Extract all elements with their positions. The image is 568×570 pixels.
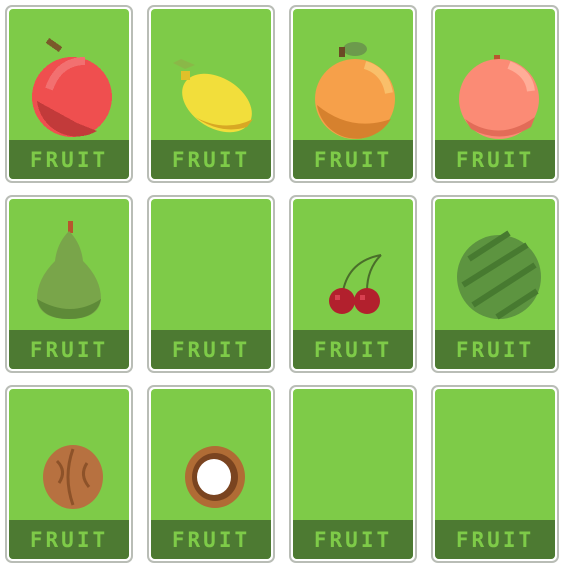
fruit-card-apple[interactable]: FRUIT	[5, 5, 133, 183]
fruit-card-watermelon[interactable]: FRUIT	[431, 195, 559, 373]
card-label: FRUIT	[29, 337, 109, 362]
card-label: FRUIT	[171, 527, 251, 552]
fruit-card-empty[interactable]: FRUIT	[147, 195, 275, 373]
walnut-icon	[43, 445, 103, 509]
fruit-card-pear[interactable]: FRUIT	[5, 195, 133, 373]
card-art	[151, 199, 271, 331]
card-face: FRUIT	[151, 9, 271, 179]
card-art	[9, 9, 129, 141]
card-face: FRUIT	[9, 389, 129, 559]
card-label: FRUIT	[313, 147, 393, 172]
card-face: FRUIT	[151, 199, 271, 369]
card-face: FRUIT	[151, 389, 271, 559]
card-label-bar: FRUIT	[9, 330, 129, 369]
card-label-bar: FRUIT	[151, 330, 271, 369]
card-label: FRUIT	[171, 147, 251, 172]
card-art	[151, 9, 271, 141]
card-label-bar: FRUIT	[435, 520, 555, 559]
card-face: FRUIT	[435, 199, 555, 369]
coconut-icon	[185, 446, 245, 508]
card-art	[9, 389, 129, 521]
card-label: FRUIT	[29, 147, 109, 172]
fruit-card-peach[interactable]: FRUIT	[431, 5, 559, 183]
card-art	[435, 199, 555, 331]
card-art	[435, 9, 555, 141]
card-face: FRUIT	[435, 9, 555, 179]
watermelon-icon	[457, 230, 541, 320]
card-label-bar: FRUIT	[293, 520, 413, 559]
card-label-bar: FRUIT	[9, 140, 129, 179]
card-art	[293, 199, 413, 331]
card-label: FRUIT	[313, 337, 393, 362]
card-label: FRUIT	[455, 147, 535, 172]
fruit-card-empty[interactable]: FRUIT	[431, 385, 559, 563]
card-face: FRUIT	[9, 9, 129, 179]
lemon-icon	[173, 59, 253, 133]
card-art	[293, 9, 413, 141]
fruit-card-walnut[interactable]: FRUIT	[5, 385, 133, 563]
card-label-bar: FRUIT	[435, 330, 555, 369]
fruit-card-grid: FRUIT FRUIT FRUIT FRUIT FRUIT FRUIT FRUI…	[0, 0, 568, 570]
card-face: FRUIT	[9, 199, 129, 369]
card-label-bar: FRUIT	[151, 520, 271, 559]
card-label-bar: FRUIT	[9, 520, 129, 559]
card-art	[151, 389, 271, 521]
card-face: FRUIT	[435, 389, 555, 559]
card-label: FRUIT	[455, 527, 535, 552]
card-art	[435, 389, 555, 521]
card-art	[9, 199, 129, 331]
card-label-bar: FRUIT	[435, 140, 555, 179]
card-label: FRUIT	[455, 337, 535, 362]
pear-icon	[37, 221, 101, 319]
card-label-bar: FRUIT	[293, 330, 413, 369]
card-label-bar: FRUIT	[151, 140, 271, 179]
card-face: FRUIT	[293, 389, 413, 559]
orange-icon	[315, 42, 395, 139]
fruit-card-cherries[interactable]: FRUIT	[289, 195, 417, 373]
cherries-icon	[329, 254, 382, 314]
card-label: FRUIT	[313, 527, 393, 552]
peach-icon	[459, 55, 539, 139]
apple-icon	[32, 37, 112, 137]
card-face: FRUIT	[293, 199, 413, 369]
fruit-card-lemon[interactable]: FRUIT	[147, 5, 275, 183]
fruit-card-empty[interactable]: FRUIT	[289, 385, 417, 563]
card-label: FRUIT	[29, 527, 109, 552]
card-face: FRUIT	[293, 9, 413, 179]
fruit-card-coconut[interactable]: FRUIT	[147, 385, 275, 563]
fruit-card-orange[interactable]: FRUIT	[289, 5, 417, 183]
card-label-bar: FRUIT	[293, 140, 413, 179]
card-art	[293, 389, 413, 521]
card-label: FRUIT	[171, 337, 251, 362]
